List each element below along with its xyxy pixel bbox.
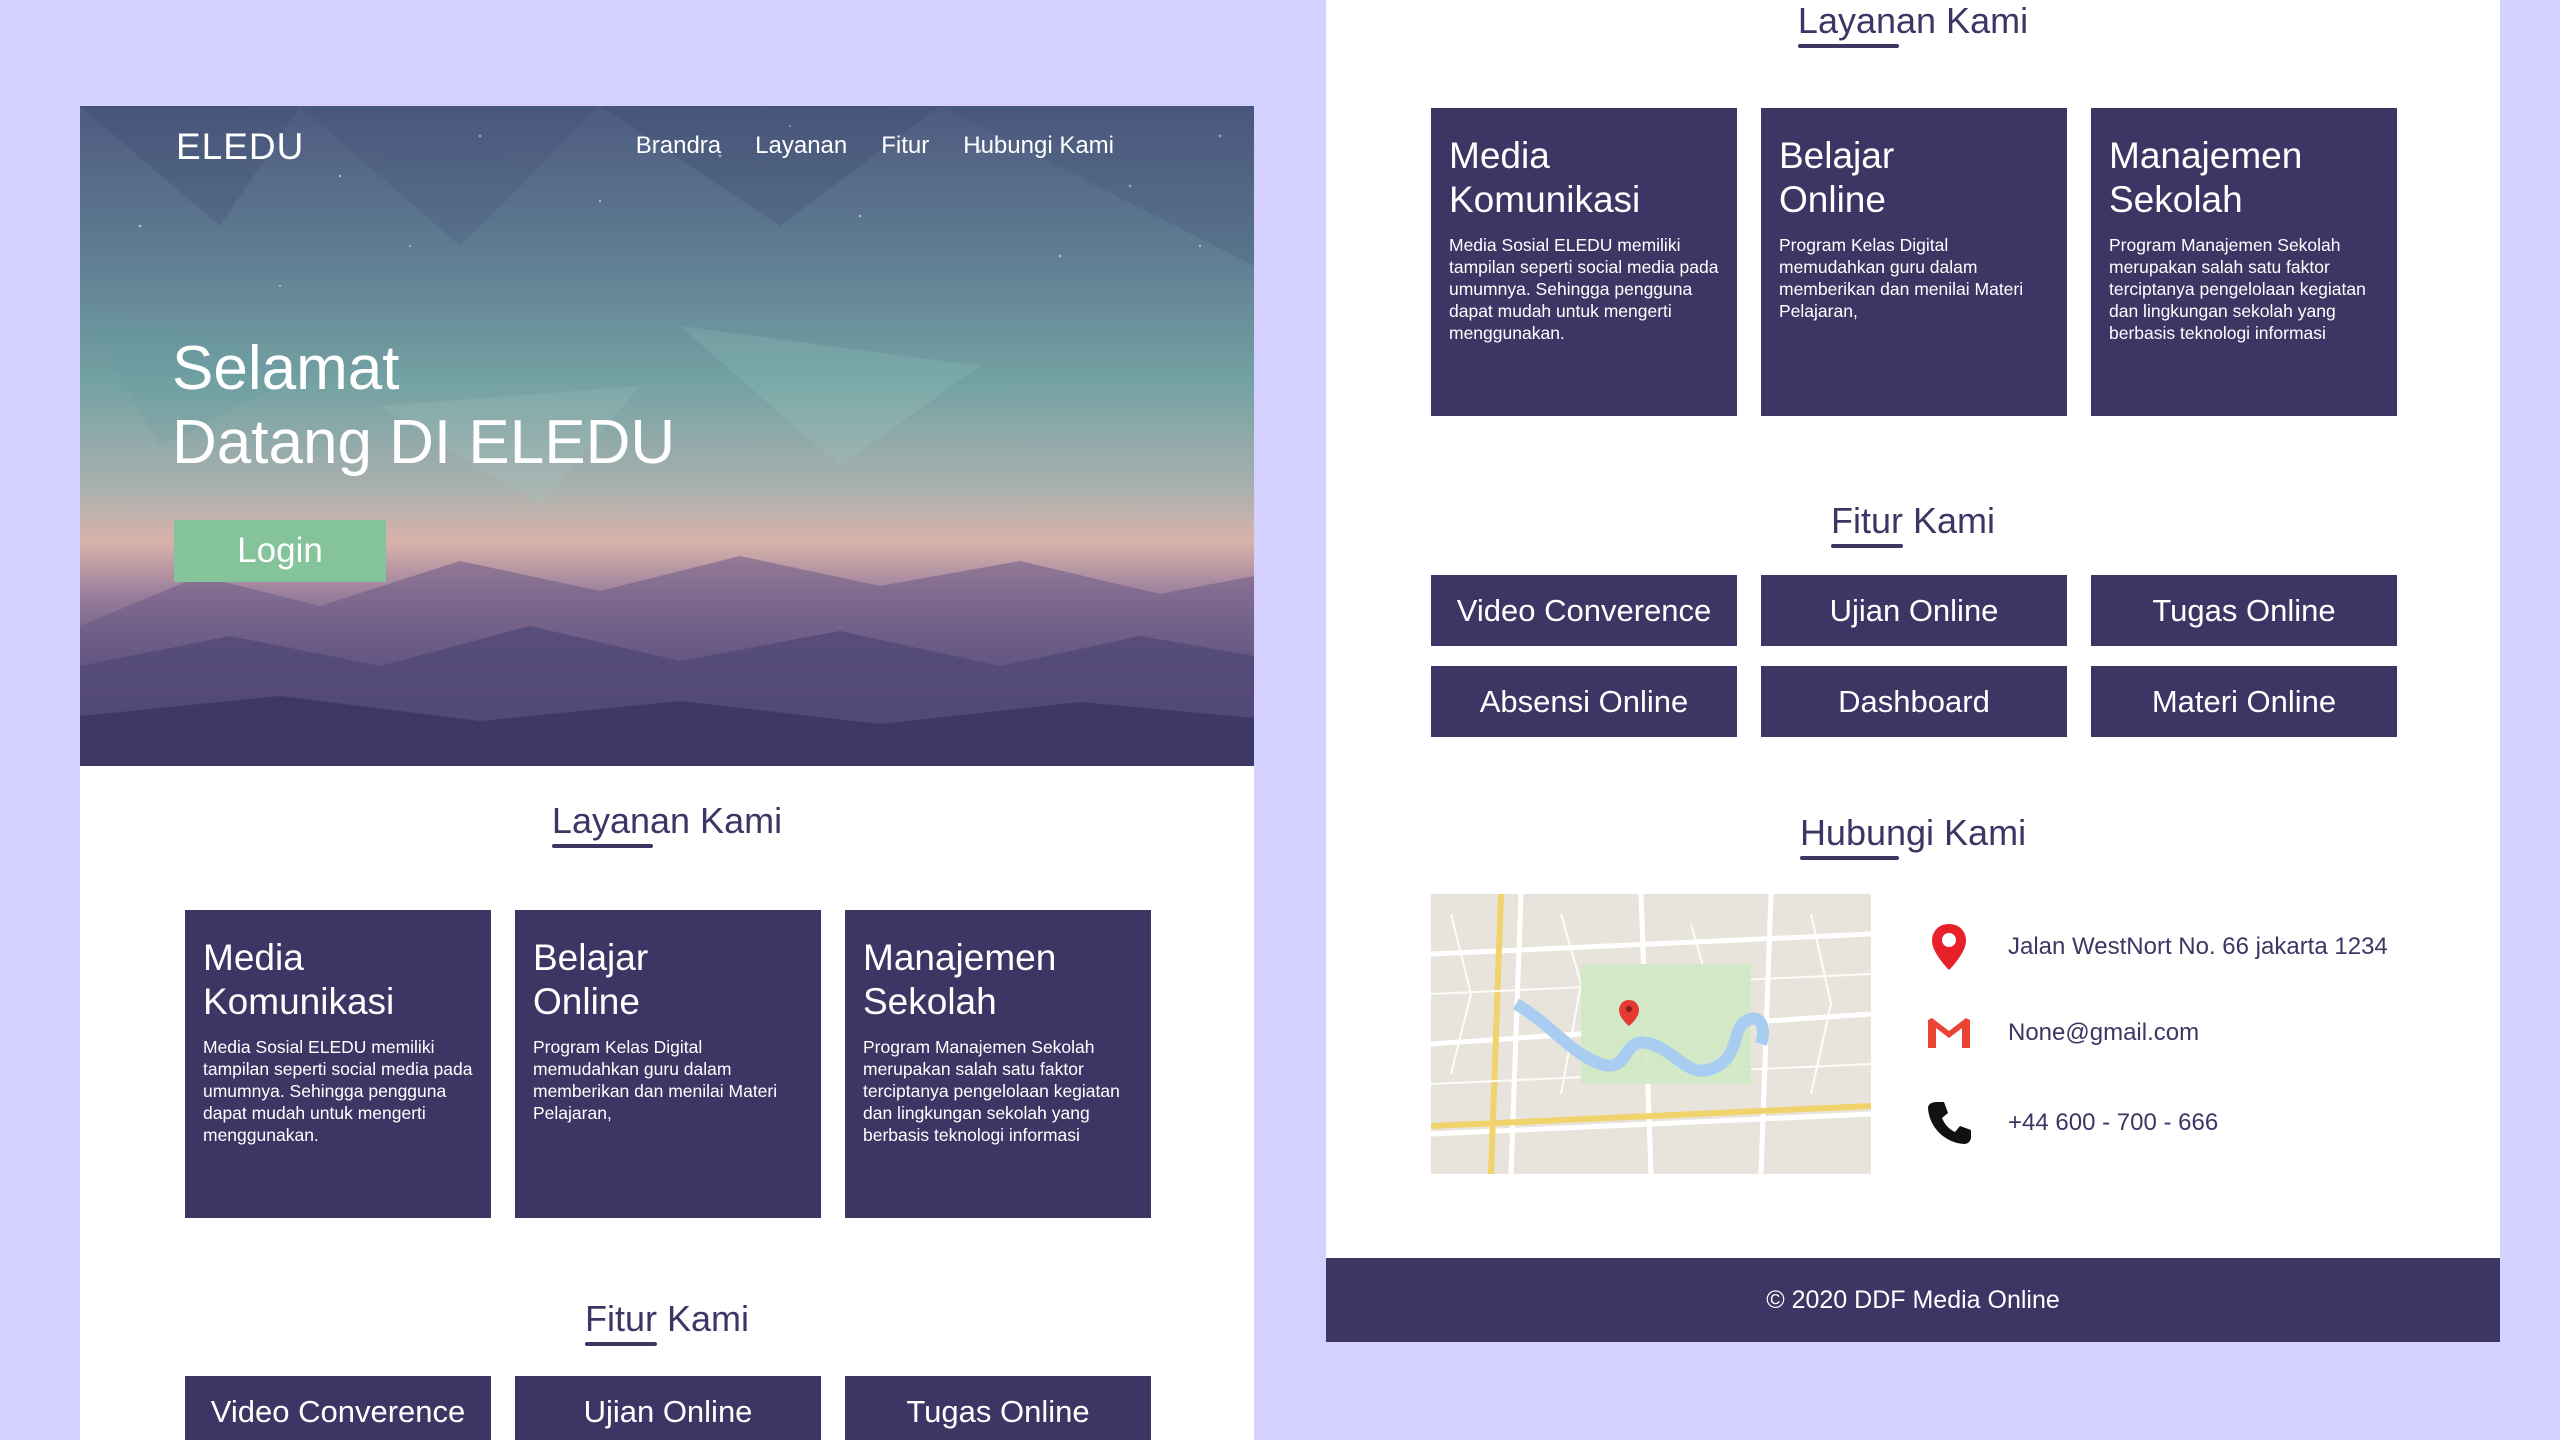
feature-button-absensi-online[interactable]: Absensi Online bbox=[1431, 666, 1737, 737]
landing-page-bottom: Layanan Kami Media Komunikasi Media Sosi… bbox=[1326, 0, 2500, 1342]
gmail-icon bbox=[1922, 1006, 1976, 1060]
phone-icon bbox=[1922, 1096, 1976, 1150]
nav-link-brandra[interactable]: Brandra bbox=[636, 132, 721, 160]
card-media-komunikasi[interactable]: Media Komunikasi Media Sosial ELEDU memi… bbox=[185, 910, 491, 1218]
nav-link-hubungi-kami[interactable]: Hubungi Kami bbox=[963, 132, 1114, 160]
location-map[interactable] bbox=[1431, 894, 1871, 1174]
top-nav: Brandra Layanan Fitur Hubungi Kami bbox=[636, 132, 1114, 160]
layanan-section-title: Layanan Kami bbox=[551, 800, 783, 848]
card-title: Belajar Online bbox=[1779, 135, 1895, 220]
feature-button-video-converence[interactable]: Video Converence bbox=[185, 1376, 491, 1440]
card-title: Media Komunikasi bbox=[203, 937, 395, 1022]
fitur-buttons: Video Converence Ujian Online Tugas Onli… bbox=[185, 1376, 1151, 1440]
card-title: Belajar Online bbox=[533, 937, 649, 1022]
feature-button-ujian-online[interactable]: Ujian Online bbox=[515, 1376, 821, 1440]
card-belajar-online[interactable]: Belajar Online Program Kelas Digital mem… bbox=[1761, 108, 2067, 416]
card-manajemen-sekolah[interactable]: Manajemen Sekolah Program Manajemen Seko… bbox=[845, 910, 1151, 1218]
contact-email[interactable]: None@gmail.com bbox=[1922, 1006, 2482, 1060]
card-title: Media Komunikasi bbox=[1449, 135, 1641, 220]
fitur-section-title: Fitur Kami bbox=[1830, 500, 1996, 548]
feature-button-video-converence[interactable]: Video Converence bbox=[1431, 575, 1737, 646]
email-text[interactable]: None@gmail.com bbox=[2008, 1019, 2199, 1047]
contact-phone[interactable]: +44 600 - 700 - 666 bbox=[1922, 1096, 2482, 1150]
location-pin-icon bbox=[1922, 920, 1976, 974]
card-manajemen-sekolah[interactable]: Manajemen Sekolah Program Manajemen Seko… bbox=[2091, 108, 2397, 416]
layanan-cards: Media Komunikasi Media Sosial ELEDU memi… bbox=[185, 910, 1151, 1218]
nav-link-fitur[interactable]: Fitur bbox=[881, 132, 929, 160]
login-button[interactable]: Login bbox=[174, 520, 386, 582]
hero-section: ELEDU Brandra Layanan Fitur Hubungi Kami… bbox=[80, 106, 1254, 766]
footer: © 2020 DDF Media Online bbox=[1326, 1258, 2500, 1342]
fitur-section-title: Fitur Kami bbox=[584, 1298, 750, 1346]
feature-button-materi-online[interactable]: Materi Online bbox=[2091, 666, 2397, 737]
card-description: Program Manajemen Sekolah merupakan sala… bbox=[2109, 235, 2366, 343]
feature-button-ujian-online[interactable]: Ujian Online bbox=[1761, 575, 2067, 646]
fitur-buttons: Video Converence Ujian Online Tugas Onli… bbox=[1431, 575, 2397, 737]
card-description: Program Kelas Digital memudahkan guru da… bbox=[533, 1037, 778, 1123]
map-graphic bbox=[1431, 894, 1871, 1174]
card-title: Manajemen Sekolah bbox=[863, 937, 1057, 1022]
hero-title-line2: Datang DI ELEDU bbox=[172, 408, 676, 477]
hero-title-line1: Selamat bbox=[172, 334, 400, 403]
address-text: Jalan WestNort No. 66 jakarta 1234 bbox=[2008, 933, 2388, 960]
footer-copyright: © 2020 DDF Media Online bbox=[1766, 1285, 2060, 1314]
brand-logo[interactable]: ELEDU bbox=[176, 126, 304, 168]
layanan-cards: Media Komunikasi Media Sosial ELEDU memi… bbox=[1431, 108, 2397, 416]
hero-title: Selamat Datang DI ELEDU bbox=[172, 332, 675, 480]
card-media-komunikasi[interactable]: Media Komunikasi Media Sosial ELEDU memi… bbox=[1431, 108, 1737, 416]
card-description: Program Kelas Digital memudahkan guru da… bbox=[1779, 235, 2024, 321]
feature-button-dashboard[interactable]: Dashboard bbox=[1761, 666, 2067, 737]
card-description: Media Sosial ELEDU memiliki tampilan sep… bbox=[1449, 235, 1719, 343]
feature-button-tugas-online[interactable]: Tugas Online bbox=[845, 1376, 1151, 1440]
card-description: Media Sosial ELEDU memiliki tampilan sep… bbox=[203, 1037, 473, 1145]
card-belajar-online[interactable]: Belajar Online Program Kelas Digital mem… bbox=[515, 910, 821, 1218]
layanan-section-title: Layanan Kami bbox=[1797, 0, 2029, 48]
feature-button-tugas-online[interactable]: Tugas Online bbox=[2091, 575, 2397, 646]
hubungi-section-title: Hubungi Kami bbox=[1799, 812, 2027, 860]
landing-page-top: ELEDU Brandra Layanan Fitur Hubungi Kami… bbox=[80, 106, 1254, 1440]
card-title: Manajemen Sekolah bbox=[2109, 135, 2303, 220]
contact-address: Jalan WestNort No. 66 jakarta 1234 bbox=[1922, 920, 2482, 974]
phone-text[interactable]: +44 600 - 700 - 666 bbox=[2008, 1109, 2218, 1137]
nav-link-layanan[interactable]: Layanan bbox=[755, 132, 847, 160]
card-description: Program Manajemen Sekolah merupakan sala… bbox=[863, 1037, 1120, 1145]
